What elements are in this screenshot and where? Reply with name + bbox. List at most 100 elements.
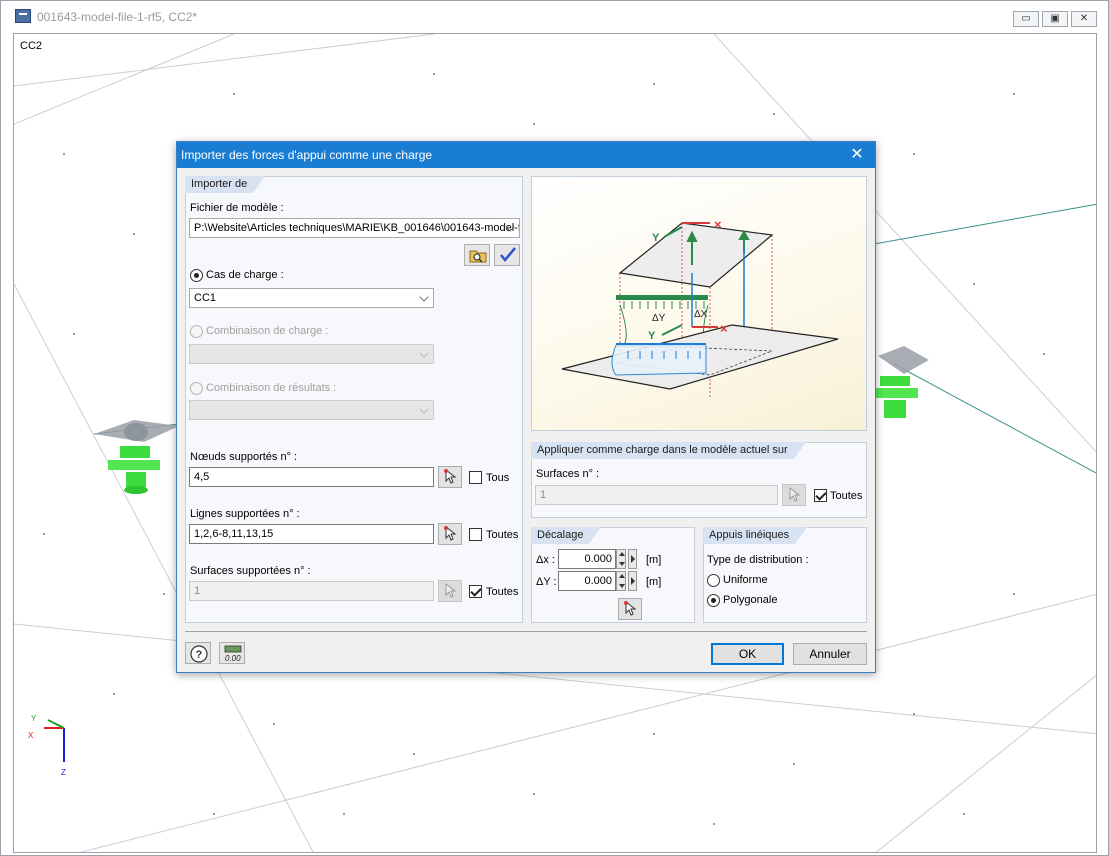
axis-z-label: Z bbox=[61, 768, 66, 777]
pointer-pick-icon bbox=[789, 487, 801, 502]
all-nodes-checkbox[interactable] bbox=[469, 471, 482, 484]
polygonal-label: Polygonale bbox=[723, 594, 778, 606]
units-button-label: 0.00 bbox=[225, 654, 241, 663]
apply-as-load-group: Appliquer comme charge dans le modèle ac… bbox=[531, 442, 867, 518]
apply-all-surfaces-label: Toutes bbox=[830, 490, 863, 502]
offset-dy-label: ΔY : bbox=[536, 576, 557, 588]
support-forces-diagram: Y × Y × ΔY ΔX bbox=[531, 176, 867, 431]
dialog-close-icon[interactable]: ✕ bbox=[847, 145, 867, 165]
all-nodes-label: Tous bbox=[486, 472, 510, 484]
result-combination-radio[interactable] bbox=[190, 382, 203, 395]
axis-x-label: X bbox=[28, 731, 34, 740]
dialog-separator bbox=[185, 631, 867, 632]
supported-surfaces-input[interactable]: 1 bbox=[189, 581, 434, 601]
pick-apply-surfaces-button[interactable] bbox=[782, 484, 806, 506]
line-supports-group-title: Appuis linéiques bbox=[703, 527, 808, 544]
offset-dx-spinner[interactable] bbox=[616, 549, 626, 569]
offset-group: Décalage Δx : 0.000 [m] ΔY : 0.000 [m] bbox=[531, 527, 695, 623]
import-from-group-title: Importer de bbox=[185, 176, 266, 193]
svg-text:?: ? bbox=[196, 649, 203, 661]
units-button[interactable]: 0.00 bbox=[219, 642, 245, 664]
offset-dx-label: Δx : bbox=[536, 554, 555, 566]
load-case-view-label: CC2 bbox=[20, 40, 43, 52]
apply-group-title: Appliquer comme charge dans le modèle ac… bbox=[531, 442, 806, 459]
pick-lines-button[interactable] bbox=[438, 523, 462, 545]
svg-text:×: × bbox=[714, 217, 722, 232]
all-lines-checkbox[interactable] bbox=[469, 528, 482, 541]
cancel-button[interactable]: Annuler bbox=[793, 643, 867, 665]
import-support-forces-dialog: Importer des forces d'appui comme une ch… bbox=[176, 141, 876, 673]
all-surfaces-label: Toutes bbox=[486, 586, 519, 598]
supported-surfaces-label: Surfaces supportées n° : bbox=[190, 565, 311, 577]
svg-text:Y: Y bbox=[652, 232, 660, 244]
model-file-select[interactable]: P:\Website\Articles techniques\MARIE\KB_… bbox=[189, 218, 520, 238]
supported-lines-label: Lignes supportées n° : bbox=[190, 508, 300, 520]
chevron-down-icon bbox=[419, 348, 429, 358]
app-title: 001643-model-file-1-rf5, CC2* bbox=[37, 10, 198, 24]
help-icon: ? bbox=[190, 645, 208, 663]
load-combination-radio[interactable] bbox=[190, 325, 203, 338]
app-titlebar: 001643-model-file-1-rf5, CC2* ▭ ▣ ✕ bbox=[1, 1, 1108, 31]
all-surfaces-checkbox[interactable] bbox=[469, 585, 482, 598]
maximize-button[interactable]: ▣ bbox=[1042, 11, 1068, 27]
diagram-illustration: Y × Y × ΔY ΔX bbox=[561, 217, 839, 397]
pointer-pick-icon bbox=[444, 526, 457, 541]
apply-surfaces-input[interactable]: 1 bbox=[535, 485, 778, 505]
all-lines-label: Toutes bbox=[486, 529, 519, 541]
line-supports-group: Appuis linéiques Type de distribution : … bbox=[703, 527, 867, 623]
browse-file-button[interactable] bbox=[464, 244, 490, 266]
chevron-down-icon bbox=[419, 404, 429, 414]
result-combination-select[interactable] bbox=[189, 400, 434, 420]
offset-dy-unit: [m] bbox=[646, 576, 662, 588]
offset-dy-menu[interactable] bbox=[628, 571, 637, 591]
load-case-label: Cas de charge : bbox=[206, 269, 284, 281]
uniform-label: Uniforme bbox=[723, 574, 768, 586]
offset-dy-spinner[interactable] bbox=[616, 571, 626, 591]
uniform-radio[interactable] bbox=[707, 574, 720, 587]
supported-nodes-input[interactable]: 4,5 bbox=[189, 467, 434, 487]
svg-text:×: × bbox=[720, 321, 728, 336]
model-file-label: Fichier de modèle : bbox=[190, 202, 284, 214]
pick-surfaces-button[interactable] bbox=[438, 580, 462, 602]
offset-group-title: Décalage bbox=[531, 527, 603, 544]
result-combination-label: Combinaison de résultats : bbox=[206, 382, 337, 394]
supported-lines-input[interactable]: 1,2,6-8,11,13,15 bbox=[189, 524, 434, 544]
pick-nodes-button[interactable] bbox=[438, 466, 462, 488]
load-combination-label: Combinaison de charge : bbox=[206, 325, 329, 337]
model-file-value: P:\Website\Articles techniques\MARIE\KB_… bbox=[194, 222, 520, 234]
diagram-dx-label: ΔX bbox=[694, 309, 708, 320]
polygonal-radio[interactable] bbox=[707, 594, 720, 607]
diagram-dy-label: ΔY bbox=[652, 313, 666, 324]
offset-dx-menu[interactable] bbox=[628, 549, 637, 569]
dialog-title: Importer des forces d'appui comme une ch… bbox=[181, 148, 433, 162]
minimize-button[interactable]: ▭ bbox=[1013, 11, 1039, 27]
pointer-pick-icon bbox=[624, 601, 637, 616]
load-case-value: CC1 bbox=[194, 292, 217, 304]
apply-surfaces-label: Surfaces n° : bbox=[536, 468, 600, 480]
units-decimal-icon: 0.00 bbox=[224, 645, 242, 663]
folder-search-icon bbox=[469, 250, 487, 263]
offset-dx-input[interactable]: 0.000 bbox=[558, 549, 616, 569]
close-window-button[interactable]: ✕ bbox=[1071, 11, 1097, 27]
load-case-radio[interactable] bbox=[190, 269, 203, 282]
load-case-select[interactable]: CC1 bbox=[189, 288, 434, 308]
pointer-pick-icon bbox=[444, 469, 457, 484]
dialog-titlebar[interactable]: Importer des forces d'appui comme une ch… bbox=[177, 142, 875, 168]
apply-all-surfaces-checkbox[interactable] bbox=[814, 489, 827, 502]
check-file-button[interactable] bbox=[494, 244, 520, 266]
checkmark-icon bbox=[500, 247, 516, 262]
import-from-group: Importer de Fichier de modèle : P:\Websi… bbox=[185, 176, 523, 623]
load-combination-select[interactable] bbox=[189, 344, 434, 364]
help-button[interactable]: ? bbox=[185, 642, 211, 664]
svg-text:Y: Y bbox=[648, 330, 656, 342]
supported-nodes-label: Nœuds supportés n° : bbox=[190, 451, 298, 463]
offset-dx-unit: [m] bbox=[646, 554, 662, 566]
chevron-down-icon bbox=[419, 292, 429, 302]
offset-dy-input[interactable]: 0.000 bbox=[558, 571, 616, 591]
pointer-pick-icon bbox=[445, 583, 457, 598]
ok-button[interactable]: OK bbox=[711, 643, 784, 665]
app-logo-icon bbox=[15, 9, 31, 23]
axis-y-label: Y bbox=[31, 714, 37, 723]
pick-offset-button[interactable] bbox=[618, 598, 642, 620]
distribution-type-label: Type de distribution : bbox=[707, 554, 809, 566]
